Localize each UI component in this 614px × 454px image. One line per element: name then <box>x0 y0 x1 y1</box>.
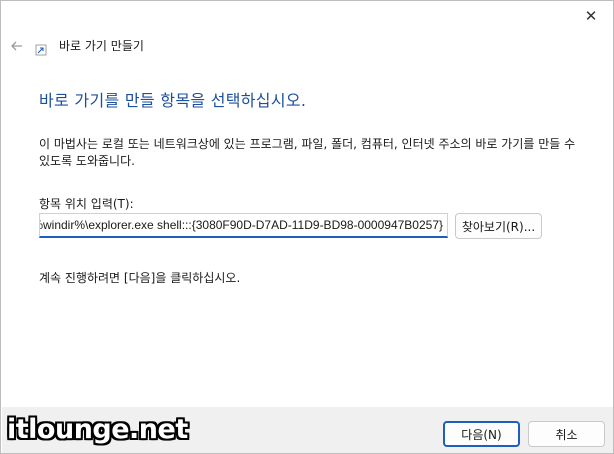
back-arrow-icon <box>11 41 22 51</box>
wizard-description: 이 마법사는 로컬 또는 네트워크상에 있는 프로그램, 파일, 폴더, 컴퓨터… <box>39 137 576 168</box>
shortcut-icon <box>35 41 47 56</box>
location-label: 항목 위치 입력(T): <box>39 197 134 211</box>
close-button[interactable]: ✕ <box>569 1 613 31</box>
location-input[interactable]: %windir%\explorer.exe shell:::{3080F90D-… <box>39 213 448 238</box>
continue-instruction: 계속 진행하려면 [다음]을 클릭하십시오. <box>39 271 241 285</box>
wizard-header: 바로 가기 만들기 <box>1 33 613 59</box>
wizard-title: 바로 가기 만들기 <box>59 39 144 53</box>
browse-button[interactable]: 찾아보기(R)... <box>455 213 542 239</box>
cancel-button[interactable]: 취소 <box>528 421 605 447</box>
back-button[interactable] <box>7 36 27 56</box>
close-icon: ✕ <box>584 7 598 25</box>
next-button[interactable]: 다음(N) <box>443 421 520 447</box>
wizard-window: ✕ 바로 가기 만들기 바로 가기를 만들 항목을 선택하십시오. 이 마법사는… <box>0 0 614 454</box>
instruction-heading: 바로 가기를 만들 항목을 선택하십시오. <box>39 91 307 110</box>
location-input-value: %windir%\explorer.exe shell:::{3080F90D-… <box>39 218 443 232</box>
watermark: itlounge.net <box>7 414 188 445</box>
